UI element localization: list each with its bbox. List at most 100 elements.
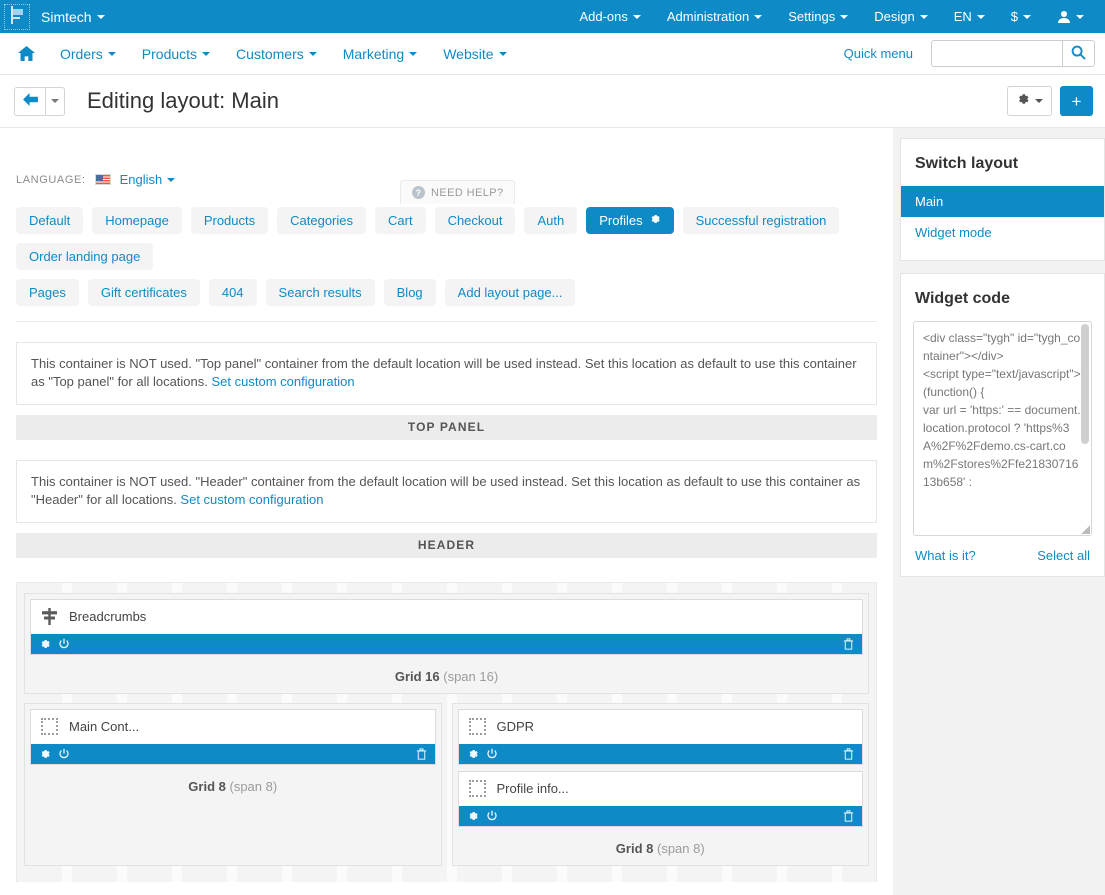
block-profile-info[interactable]: Profile info... xyxy=(457,770,863,827)
widget-code-wrap: <div class="tygh" id="tygh_container"></… xyxy=(901,321,1104,548)
quick-menu-link[interactable]: Quick menu xyxy=(844,46,931,61)
container-bar-header[interactable]: HEADER xyxy=(16,532,877,558)
chevron-down-icon xyxy=(409,51,418,56)
grid-cell-8-right[interactable]: GDPR Profile info... Grid 8 (span 8) xyxy=(451,702,869,866)
code-scrollbar[interactable] xyxy=(1081,324,1089,444)
gear-icon[interactable] xyxy=(649,213,661,228)
block-main-content[interactable]: Main Cont... xyxy=(30,708,436,765)
tab-label: Pages xyxy=(29,285,66,300)
tab-404[interactable]: 404 xyxy=(208,279,257,306)
nav-item-marketing[interactable]: Marketing xyxy=(330,46,430,62)
settings-dropdown-button[interactable] xyxy=(1007,86,1052,116)
tab-profiles[interactable]: Profiles xyxy=(586,207,674,234)
chevron-down-icon xyxy=(632,14,641,19)
signpost-icon xyxy=(41,608,58,626)
chevron-down-icon xyxy=(1076,14,1084,19)
tab-cart[interactable]: Cart xyxy=(375,207,426,234)
topnav-item-addons[interactable]: Add-ons xyxy=(566,0,653,33)
power-icon[interactable] xyxy=(486,748,498,760)
what-is-it-link[interactable]: What is it? xyxy=(915,548,976,563)
nav-item-home[interactable] xyxy=(6,46,47,61)
tab-blog[interactable]: Blog xyxy=(383,279,436,306)
nav-item-website[interactable]: Website xyxy=(430,46,519,62)
block-breadcrumbs[interactable]: Breadcrumbs xyxy=(30,598,863,655)
layout-tabs-row-1: Default Homepage Products Categories Car… xyxy=(16,207,877,270)
nav-item-orders[interactable]: Orders xyxy=(47,46,129,62)
tab-label: Add layout page... xyxy=(457,285,563,300)
set-custom-configuration-link[interactable]: Set custom configuration xyxy=(180,492,323,507)
tab-successful-registration[interactable]: Successful registration xyxy=(682,207,840,234)
topnav-item-language[interactable]: EN xyxy=(941,0,998,33)
block-gdpr[interactable]: GDPR xyxy=(457,708,863,765)
tab-checkout[interactable]: Checkout xyxy=(434,207,516,234)
tab-label: Gift certificates xyxy=(100,285,187,300)
tab-auth[interactable]: Auth xyxy=(524,207,578,234)
widget-code-title: Widget code xyxy=(915,290,1010,307)
block-header: Breadcrumbs xyxy=(31,600,862,634)
tab-categories[interactable]: Categories xyxy=(277,207,366,234)
tab-homepage[interactable]: Homepage xyxy=(92,207,182,234)
topnav-item-administration[interactable]: Administration xyxy=(654,0,775,33)
gear-icon[interactable] xyxy=(39,638,51,650)
tab-label: 404 xyxy=(221,285,244,300)
grid-cell-8-left[interactable]: Main Cont... Grid 8 (span 8) xyxy=(24,702,442,866)
secondary-nav: Orders Products Customers Marketing Webs… xyxy=(0,33,1105,75)
set-custom-configuration-link[interactable]: Set custom configuration xyxy=(212,374,355,389)
layout-editor-main: LANGUAGE: English Default Homepage Produ… xyxy=(0,128,893,895)
block-title: Profile info... xyxy=(496,781,569,797)
gear-icon xyxy=(1016,92,1030,111)
topnav-label: EN xyxy=(953,9,972,24)
trash-icon[interactable] xyxy=(843,810,854,822)
widget-code-textarea[interactable]: <div class="tygh" id="tygh_container"></… xyxy=(913,321,1092,536)
nav-item-products[interactable]: Products xyxy=(129,46,223,62)
power-icon[interactable] xyxy=(486,810,498,822)
grid-label: Grid 8 (span 8) xyxy=(30,771,436,798)
tab-products[interactable]: Products xyxy=(190,207,269,234)
topnav-item-user[interactable] xyxy=(1044,0,1097,33)
gear-icon[interactable] xyxy=(467,810,479,822)
power-icon[interactable] xyxy=(58,748,70,760)
add-button[interactable]: + xyxy=(1060,86,1093,116)
code-resize-handle[interactable] xyxy=(1081,525,1090,534)
chevron-down-icon xyxy=(1023,14,1031,19)
top-nav: Add-ons Administration Settings Design E… xyxy=(566,0,1105,33)
sidebar-item-main[interactable]: Main xyxy=(901,186,1104,217)
topnav-item-design[interactable]: Design xyxy=(861,0,940,33)
tab-label: Cart xyxy=(388,213,413,228)
brand-menu[interactable]: Simtech xyxy=(41,9,105,25)
sidebar-item-widget-mode[interactable]: Widget mode xyxy=(901,217,1104,248)
block-title: Breadcrumbs xyxy=(69,609,147,625)
search-input[interactable] xyxy=(932,41,1062,66)
language-dropdown[interactable]: English xyxy=(120,172,176,187)
power-icon[interactable] xyxy=(58,638,70,650)
container-bar-top-panel[interactable]: TOP PANEL xyxy=(16,414,877,440)
tab-add-layout-page[interactable]: Add layout page... xyxy=(444,279,576,306)
block-header: GDPR xyxy=(459,710,863,744)
tab-label: Default xyxy=(29,213,71,228)
tab-search-results[interactable]: Search results xyxy=(265,279,375,306)
logo[interactable] xyxy=(4,3,30,30)
nav-label: Customers xyxy=(236,45,304,62)
gear-icon[interactable] xyxy=(467,748,479,760)
topnav-item-settings[interactable]: Settings xyxy=(775,0,861,33)
tab-label: Auth xyxy=(537,213,565,228)
gear-icon[interactable] xyxy=(39,748,51,760)
need-help-tab[interactable]: ? NEED HELP? xyxy=(400,180,516,204)
select-all-link[interactable]: Select all xyxy=(1037,548,1090,563)
tab-pages[interactable]: Pages xyxy=(16,279,79,306)
tab-gift-certificates[interactable]: Gift certificates xyxy=(87,279,200,306)
language-value: English xyxy=(119,172,163,187)
back-button[interactable] xyxy=(14,86,46,116)
trash-icon[interactable] xyxy=(843,638,854,650)
question-circle-icon: ? xyxy=(412,186,425,199)
tab-order-landing-page[interactable]: Order landing page xyxy=(16,243,154,270)
nav-item-customers[interactable]: Customers xyxy=(223,46,330,62)
grid-editor: Breadcrumbs Grid 16 (span 16) Main Cont.… xyxy=(16,581,877,882)
topnav-item-currency[interactable]: $ xyxy=(998,0,1044,33)
grid-cell-16[interactable]: Breadcrumbs Grid 16 (span 16) xyxy=(24,592,869,694)
back-dropdown-button[interactable] xyxy=(46,86,65,116)
trash-icon[interactable] xyxy=(416,748,427,760)
trash-icon[interactable] xyxy=(843,748,854,760)
search-button[interactable] xyxy=(1062,41,1094,66)
tab-default[interactable]: Default xyxy=(16,207,84,234)
